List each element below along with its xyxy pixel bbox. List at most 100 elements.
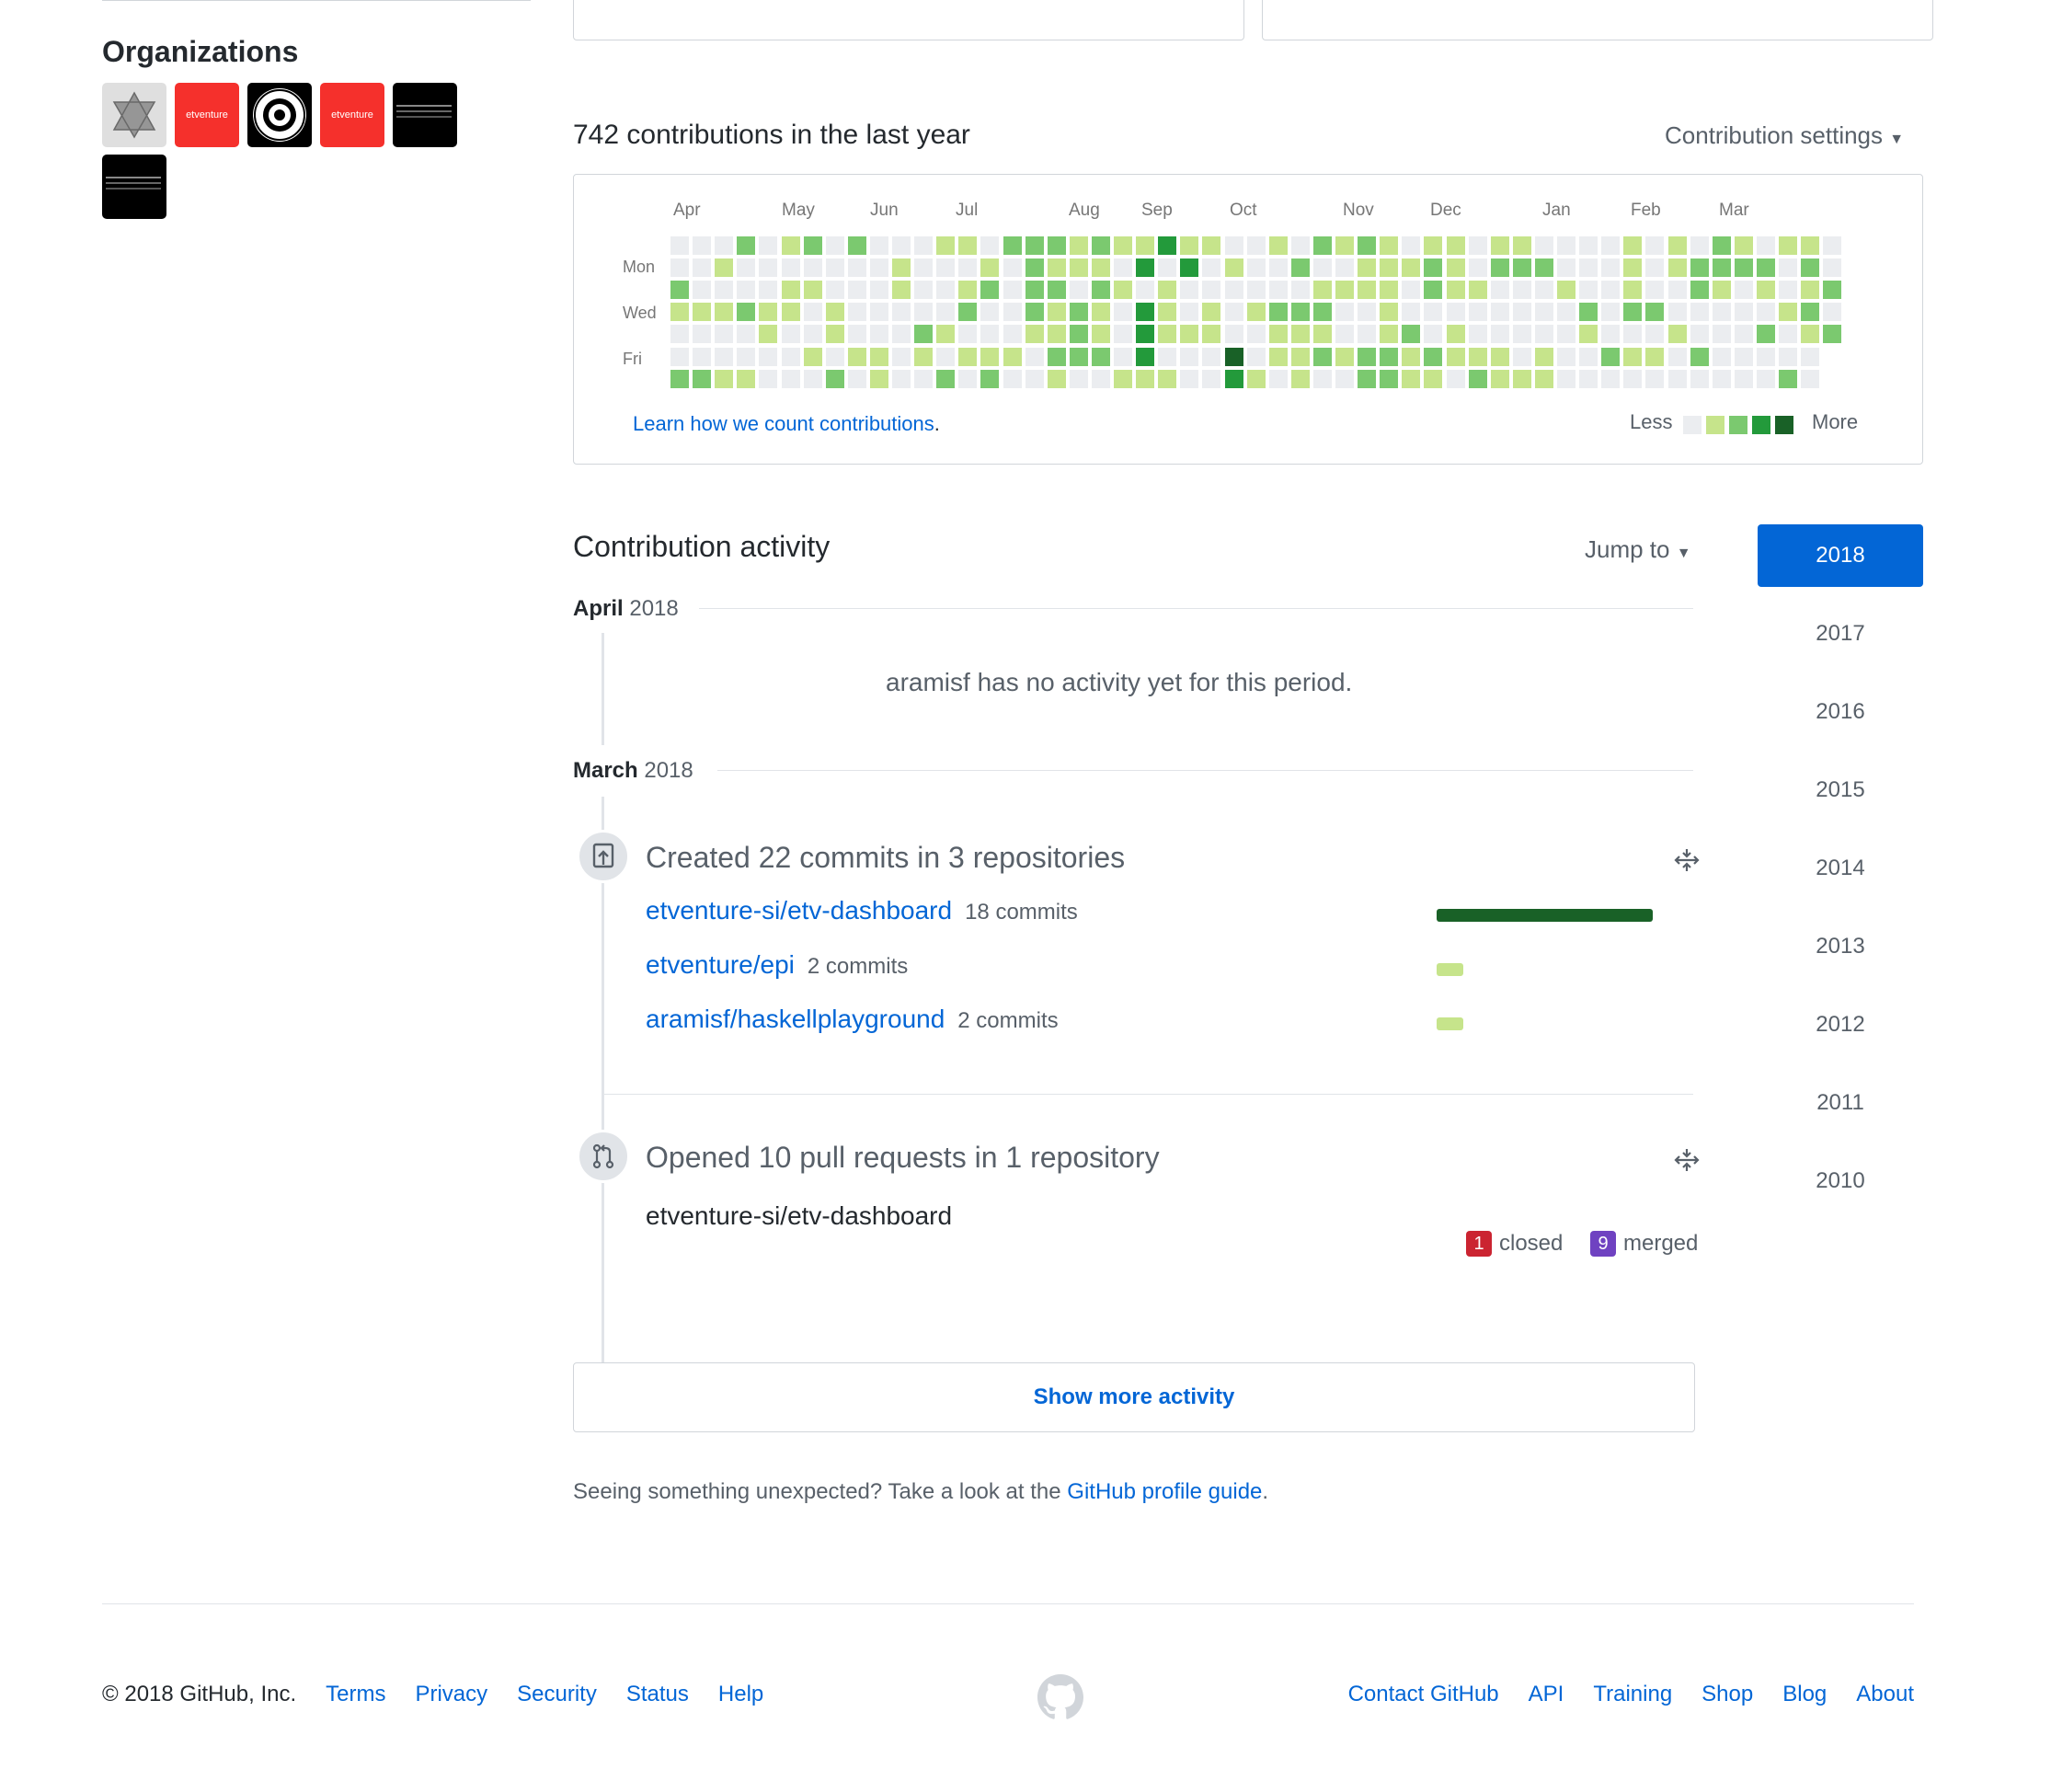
contribution-day[interactable] (958, 281, 978, 300)
contribution-day[interactable] (1601, 303, 1621, 322)
contribution-day[interactable] (781, 369, 800, 388)
show-more-activity-button[interactable]: Show more activity (573, 1362, 1695, 1432)
org-avatar-terminal-org-2[interactable] (102, 155, 166, 219)
contribution-day[interactable] (1312, 303, 1332, 322)
contribution-day[interactable] (1268, 303, 1288, 322)
contribution-day[interactable] (1534, 258, 1553, 278)
contribution-day[interactable] (803, 303, 822, 322)
contribution-day[interactable] (715, 347, 734, 366)
contribution-day[interactable] (1202, 281, 1221, 300)
contribution-day[interactable] (1003, 258, 1022, 278)
contribution-day[interactable] (1246, 303, 1266, 322)
contribution-day[interactable] (1114, 347, 1132, 366)
contribution-day[interactable] (1534, 347, 1553, 366)
org-avatar-etventure[interactable]: etventure (175, 83, 239, 147)
contribution-day[interactable] (1047, 236, 1066, 255)
year-link-2016[interactable]: 2016 (1758, 681, 1923, 743)
contribution-day[interactable] (892, 369, 911, 388)
contribution-day[interactable] (1712, 258, 1731, 278)
contribution-day[interactable] (1268, 281, 1288, 300)
contribution-day[interactable] (1136, 303, 1155, 322)
contribution-day[interactable] (1158, 369, 1177, 388)
org-avatar-star-org[interactable] (102, 83, 166, 147)
contribution-day[interactable] (1468, 347, 1487, 366)
contribution-day[interactable] (1645, 369, 1665, 388)
contribution-day[interactable] (1623, 258, 1643, 278)
contribution-day[interactable] (1047, 281, 1066, 300)
contribution-day[interactable] (980, 303, 1000, 322)
contribution-day[interactable] (914, 347, 934, 366)
contribution-day[interactable] (1579, 236, 1598, 255)
contribution-day[interactable] (1690, 369, 1709, 388)
contribution-day[interactable] (1712, 369, 1731, 388)
year-link-2014[interactable]: 2014 (1758, 837, 1923, 900)
contribution-day[interactable] (1468, 236, 1487, 255)
contribution-day[interactable] (847, 325, 866, 344)
contribution-day[interactable] (1312, 325, 1332, 344)
contribution-day[interactable] (1091, 281, 1110, 300)
contribution-settings-dropdown[interactable]: Contribution settings ▼ (1665, 121, 1904, 150)
contribution-day[interactable] (1224, 325, 1243, 344)
contribution-day[interactable] (715, 236, 734, 255)
year-link-2017[interactable]: 2017 (1758, 603, 1923, 665)
contribution-day[interactable] (693, 325, 712, 344)
contribution-day[interactable] (914, 236, 934, 255)
contribution-day[interactable] (914, 303, 934, 322)
contribution-day[interactable] (1645, 347, 1665, 366)
contribution-day[interactable] (1312, 258, 1332, 278)
contribution-day[interactable] (1091, 325, 1110, 344)
contribution-day[interactable] (980, 369, 1000, 388)
contribution-day[interactable] (1246, 369, 1266, 388)
contribution-day[interactable] (1424, 281, 1443, 300)
contribution-day[interactable] (869, 258, 888, 278)
contribution-day[interactable] (1358, 303, 1377, 322)
contribution-day[interactable] (1380, 369, 1399, 388)
contribution-day[interactable] (1268, 325, 1288, 344)
contribution-day[interactable] (958, 303, 978, 322)
contribution-day[interactable] (1003, 281, 1022, 300)
contribution-day[interactable] (914, 281, 934, 300)
contribution-day[interactable] (1335, 325, 1354, 344)
org-avatar-terminal-org[interactable] (393, 83, 457, 147)
contribution-day[interactable] (759, 281, 778, 300)
contribution-day[interactable] (1690, 325, 1709, 344)
contribution-day[interactable] (1312, 236, 1332, 255)
contribution-day[interactable] (737, 281, 756, 300)
contribution-day[interactable] (936, 281, 956, 300)
contribution-day[interactable] (1224, 281, 1243, 300)
contribution-day[interactable] (1246, 258, 1266, 278)
contribution-day[interactable] (1358, 281, 1377, 300)
footer-link-about[interactable]: About (1856, 1682, 1914, 1706)
org-avatar-etventure-2[interactable]: etventure (320, 83, 384, 147)
contribution-day[interactable] (1601, 347, 1621, 366)
contribution-day[interactable] (1136, 325, 1155, 344)
contribution-day[interactable] (958, 347, 978, 366)
contribution-day[interactable] (1380, 347, 1399, 366)
contribution-day[interactable] (1224, 369, 1243, 388)
contribution-day[interactable] (1290, 347, 1310, 366)
contribution-day[interactable] (1158, 258, 1177, 278)
contribution-day[interactable] (1734, 347, 1753, 366)
contribution-day[interactable] (1446, 258, 1465, 278)
contribution-day[interactable] (1779, 369, 1797, 388)
contribution-day[interactable] (1158, 281, 1177, 300)
contribution-day[interactable] (1734, 303, 1753, 322)
contribution-day[interactable] (1579, 303, 1598, 322)
contribution-day[interactable] (1557, 369, 1575, 388)
contribution-day[interactable] (1202, 369, 1221, 388)
contribution-day[interactable] (1380, 281, 1399, 300)
contribution-day[interactable] (1136, 281, 1155, 300)
contribution-day[interactable] (1180, 236, 1199, 255)
contribution-day[interactable] (1091, 236, 1110, 255)
contribution-day[interactable] (693, 347, 712, 366)
contribution-day[interactable] (892, 325, 911, 344)
contribution-day[interactable] (1025, 236, 1044, 255)
contribution-day[interactable] (737, 325, 756, 344)
contribution-day[interactable] (1335, 236, 1354, 255)
contribution-day[interactable] (1114, 369, 1132, 388)
contribution-day[interactable] (1512, 258, 1531, 278)
contribution-day[interactable] (936, 236, 956, 255)
contribution-day[interactable] (936, 303, 956, 322)
contribution-day[interactable] (1579, 258, 1598, 278)
contribution-day[interactable] (1557, 236, 1575, 255)
